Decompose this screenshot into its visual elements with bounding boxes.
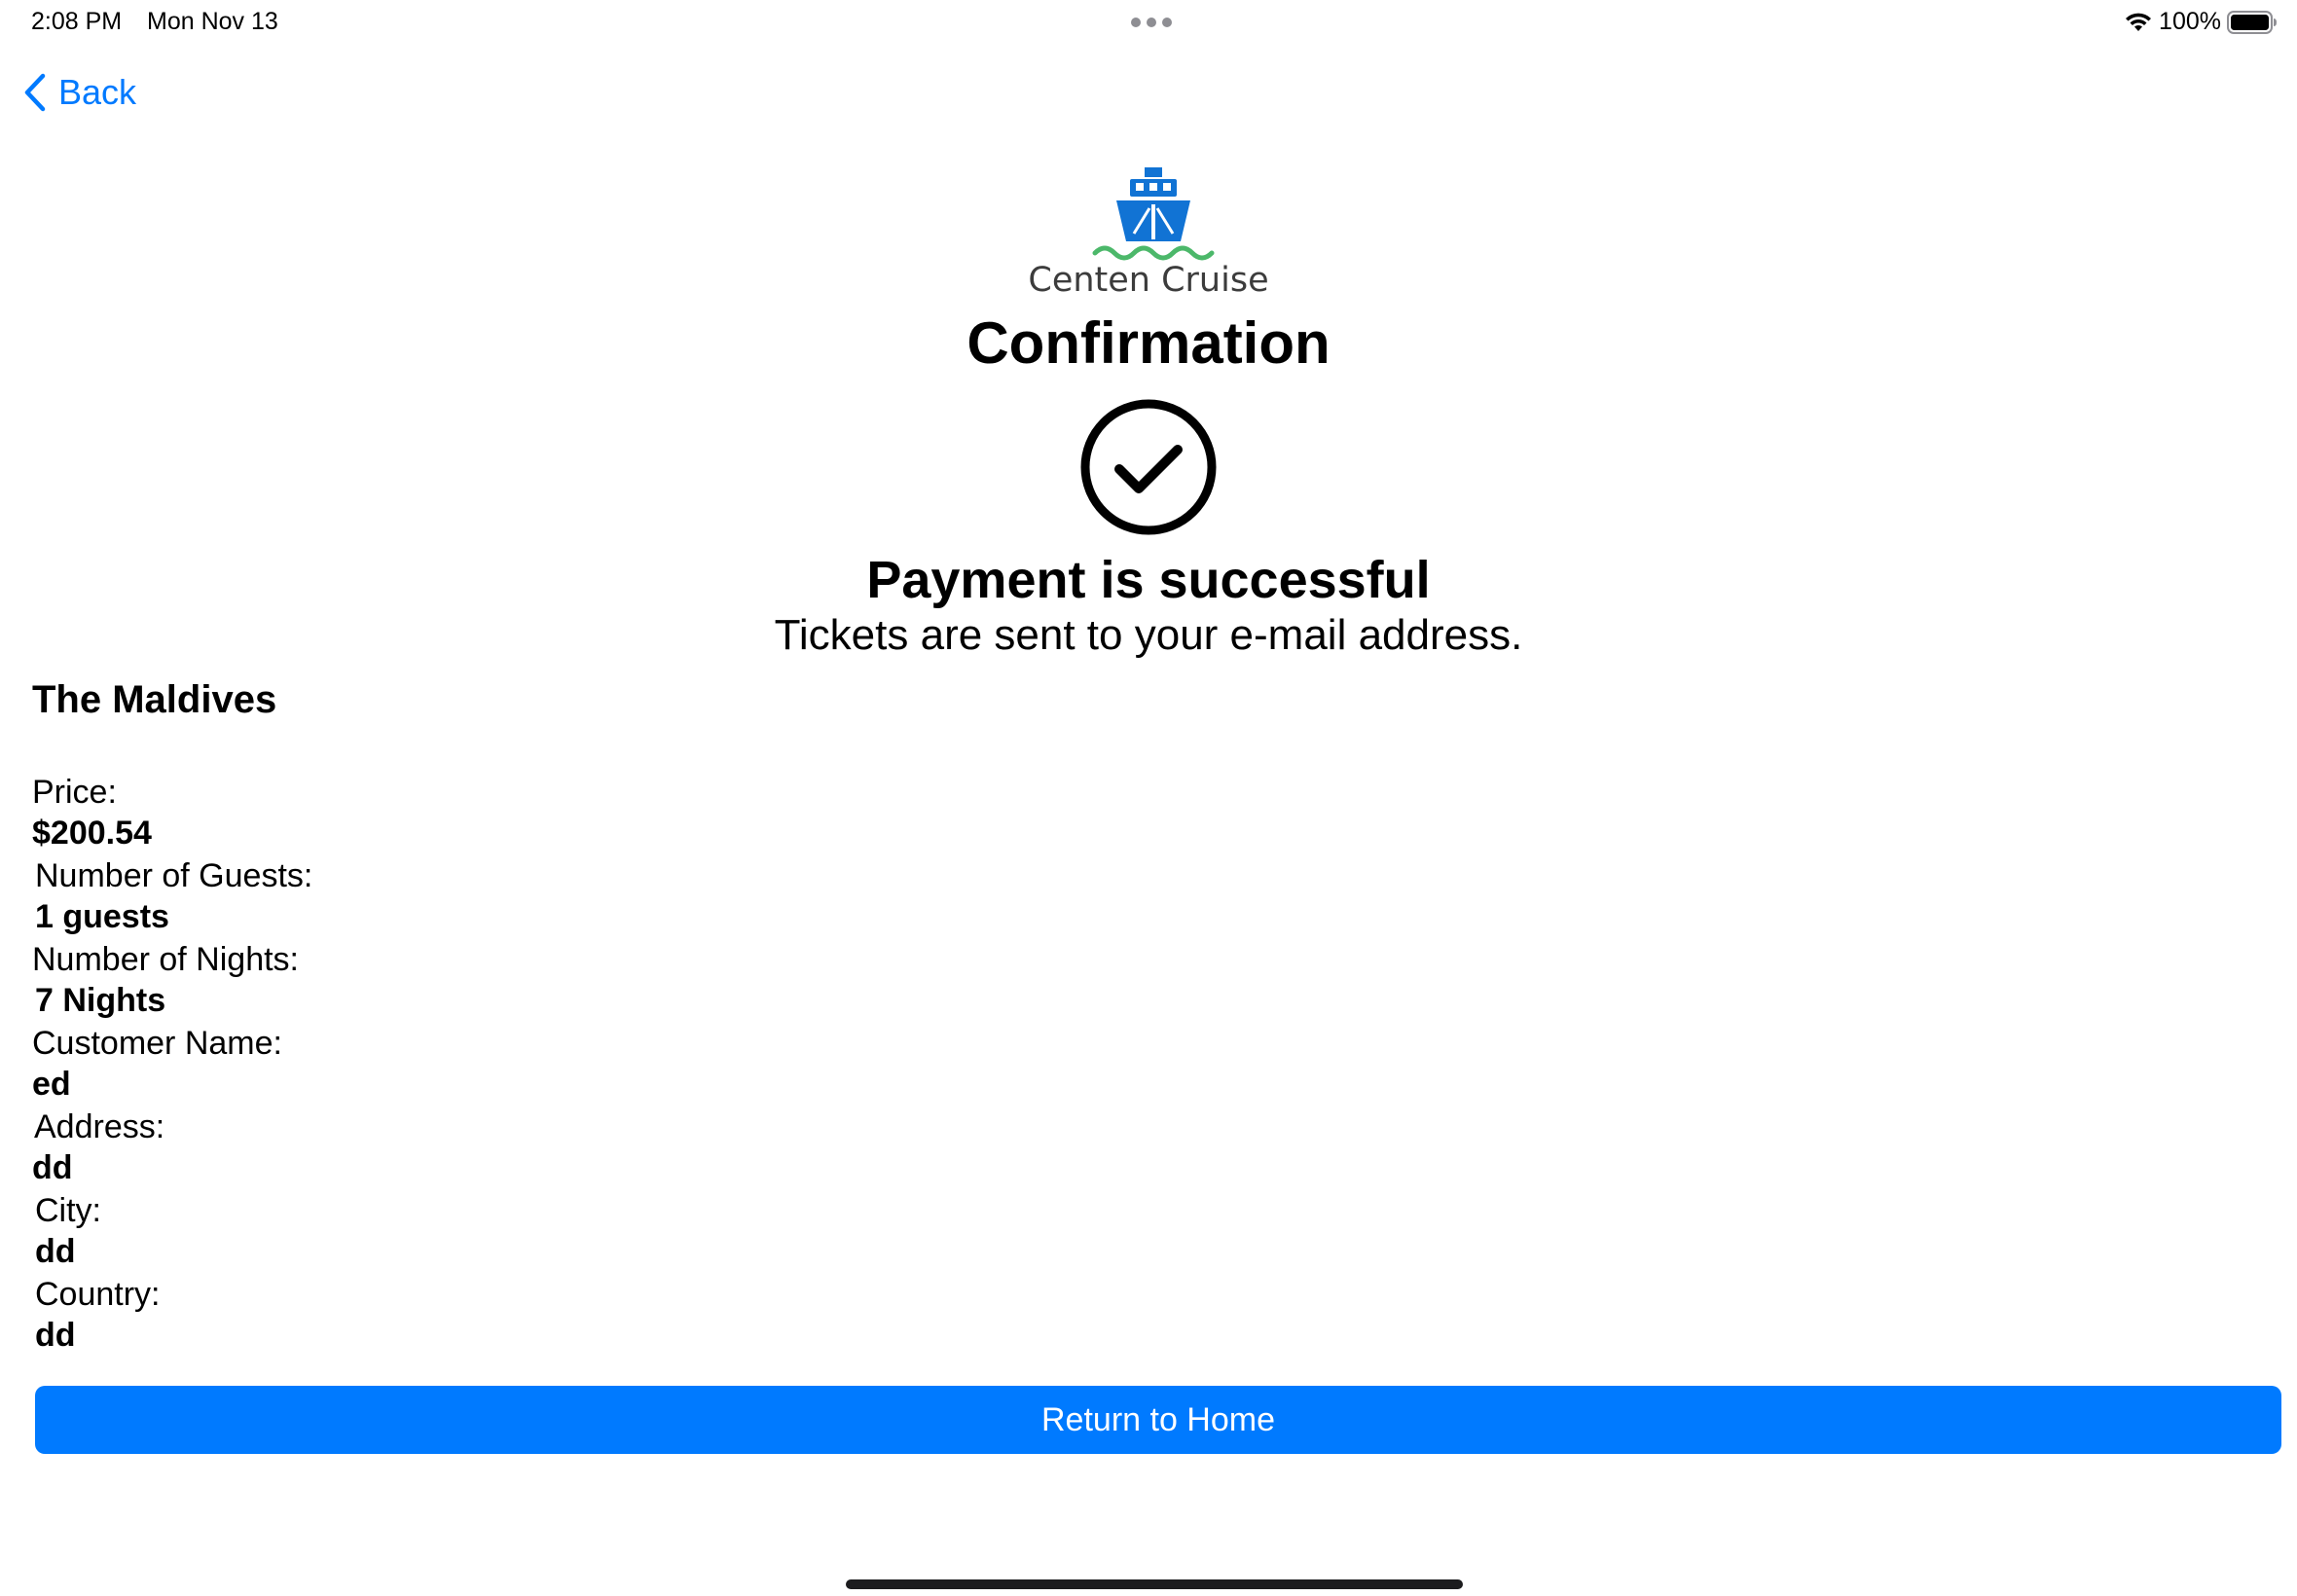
detail-label: Number of Nights: xyxy=(32,941,299,978)
status-date: Mon Nov 13 xyxy=(147,8,278,35)
return-home-button[interactable]: Return to Home xyxy=(35,1386,2281,1454)
battery-percent: 100% xyxy=(2159,8,2221,35)
detail-label: Country: xyxy=(35,1276,161,1313)
back-label: Back xyxy=(58,72,137,112)
checkmark-circle-icon xyxy=(1080,399,1217,535)
wifi-icon xyxy=(2126,13,2152,31)
status-time: 2:08 PM xyxy=(31,8,123,35)
detail-value: dd xyxy=(35,1233,76,1270)
home-indicator[interactable] xyxy=(846,1579,1463,1589)
brand-name: Centen Cruise xyxy=(1028,261,1269,300)
detail-city: City: dd xyxy=(35,1190,713,1272)
detail-country: Country: dd xyxy=(35,1274,713,1356)
detail-customer-name: Customer Name: ed xyxy=(32,1023,713,1105)
confirmation-screen: 2:08 PM Mon Nov 13 100% Back Centen Crui… xyxy=(0,0,2297,1596)
page-title: Confirmation xyxy=(966,310,1331,376)
back-button[interactable]: Back xyxy=(23,72,136,113)
success-subtitle: Tickets are sent to your e-mail address. xyxy=(774,611,1523,659)
detail-value: dd xyxy=(35,1317,76,1354)
detail-value: $200.54 xyxy=(32,815,152,852)
success-title: Payment is successful xyxy=(866,551,1431,609)
detail-nights: Number of Nights: 7 Nights xyxy=(32,939,713,1021)
booking-details: Price: $200.54 Number of Guests: 1 guest… xyxy=(32,772,713,1358)
cruise-ship-icon xyxy=(1092,167,1215,261)
chevron-left-icon xyxy=(24,73,46,112)
detail-value: dd xyxy=(32,1149,73,1186)
status-indicators: 100% xyxy=(2124,8,2278,36)
detail-value: 1 guests xyxy=(35,898,169,935)
battery-icon xyxy=(2227,10,2277,34)
detail-value: 7 Nights xyxy=(35,982,166,1019)
destination-name: The Maldives xyxy=(32,678,277,721)
detail-price: Price: $200.54 xyxy=(32,772,713,853)
detail-label: Customer Name: xyxy=(32,1025,282,1062)
detail-value: ed xyxy=(32,1066,71,1103)
detail-label: Price: xyxy=(32,774,117,811)
detail-label: Address: xyxy=(34,1108,165,1145)
status-bar: 2:08 PM Mon Nov 13 100% xyxy=(0,0,2297,49)
detail-label: Number of Guests: xyxy=(35,857,313,894)
detail-address: Address: dd xyxy=(32,1106,713,1188)
detail-label: City: xyxy=(35,1192,101,1229)
detail-guests: Number of Guests: 1 guests xyxy=(35,855,713,937)
multitasking-dots-icon[interactable] xyxy=(1131,18,1172,27)
